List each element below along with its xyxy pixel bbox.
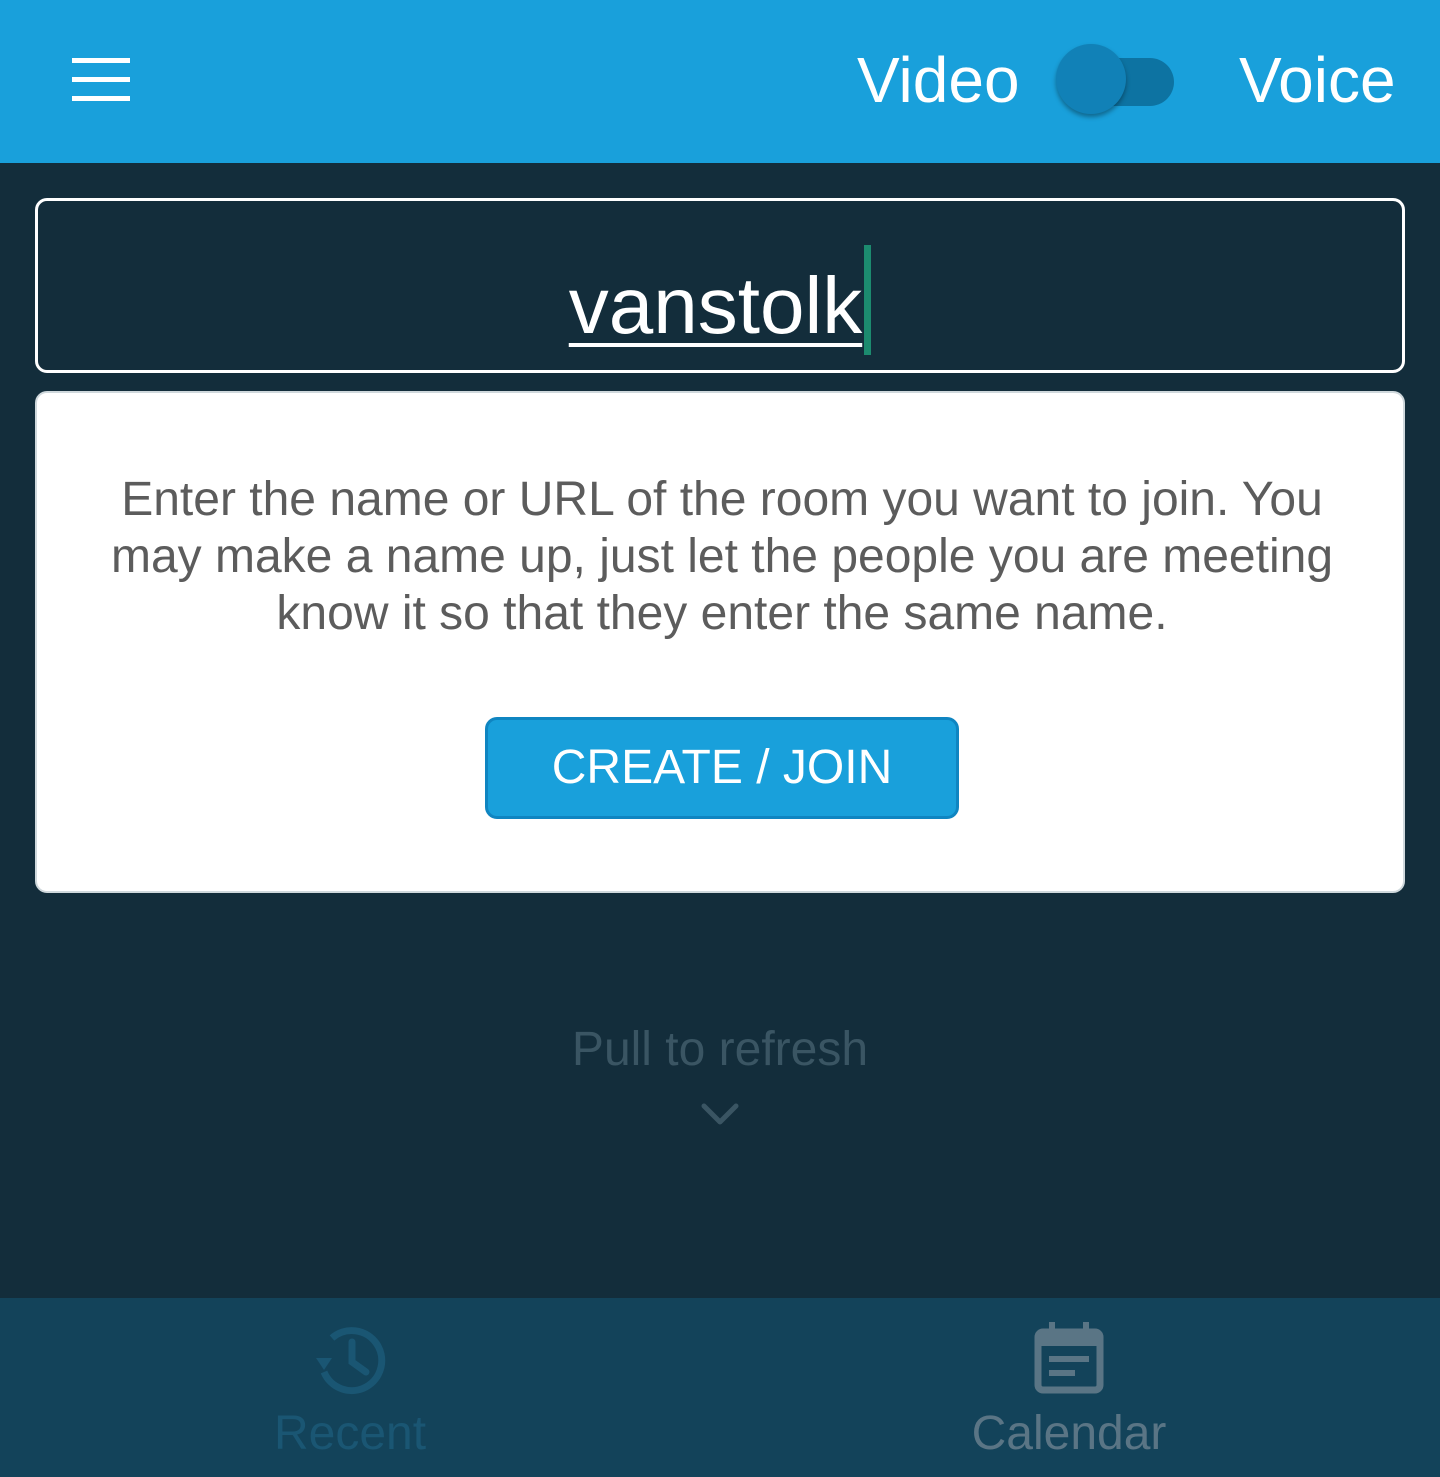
voice-mode-label[interactable]: Voice: [1239, 40, 1396, 120]
chevron-down-icon: [700, 1100, 740, 1130]
pull-to-refresh-label: Pull to refresh: [571, 1023, 869, 1076]
room-name-field[interactable]: vanstolk: [35, 198, 1405, 373]
nav-label-calendar: Calendar: [971, 1407, 1167, 1460]
text-cursor: [864, 245, 872, 355]
join-room-card: Enter the name or URL of the room you wa…: [35, 391, 1405, 893]
join-room-instructions: Enter the name or URL of the room you wa…: [110, 473, 1334, 640]
hamburger-menu-icon[interactable]: [64, 52, 138, 108]
room-name-value: vanstolk: [568, 261, 863, 350]
create-join-button[interactable]: CREATE / JOIN: [485, 717, 959, 819]
app-header: Video Voice: [0, 0, 1440, 163]
nav-tab-calendar[interactable]: Calendar: [869, 1298, 1269, 1477]
bottom-navigation: Recent Calendar: [0, 1298, 1440, 1477]
video-mode-label[interactable]: Video: [857, 40, 1020, 120]
room-name-input[interactable]: vanstolk: [38, 201, 1402, 370]
nav-tab-recent[interactable]: Recent: [150, 1298, 550, 1477]
history-icon: [310, 1320, 390, 1400]
nav-label-recent: Recent: [273, 1407, 427, 1460]
calendar-icon: [1029, 1320, 1109, 1400]
video-voice-toggle[interactable]: [1052, 42, 1180, 122]
toggle-thumb: [1056, 44, 1126, 114]
